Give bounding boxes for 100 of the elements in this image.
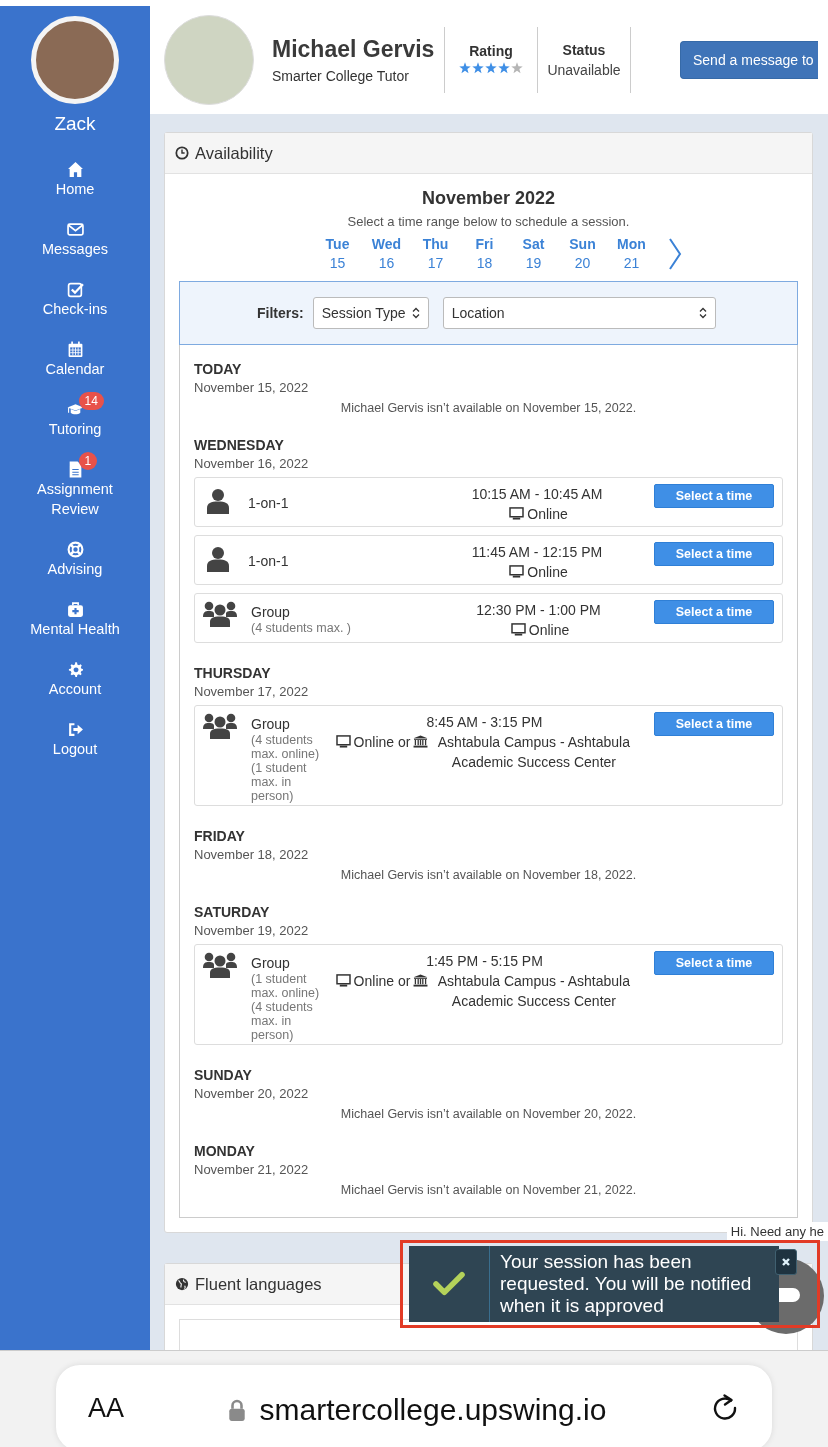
day-heading: MONDAY [194,1143,256,1159]
close-button[interactable] [775,1249,797,1275]
capacity-note: (4 students max. ) [251,621,353,635]
location-text: Online [527,564,568,580]
week-day-link[interactable]: Sat 19 [509,235,558,273]
group-icon [203,601,237,627]
day-heading: TODAY [194,361,243,377]
settings-icon [66,660,84,678]
checkbox-icon [66,280,84,298]
time-range: 8:45 AM - 3:15 PM [425,713,544,732]
medical-kit-icon [66,600,84,618]
person-icon [206,488,230,514]
logout-icon [66,720,84,738]
clock-icon [175,146,189,160]
capacity-note: (4 students max. in person) [251,1000,314,1042]
location-select[interactable]: Location [442,297,716,329]
nav-item[interactable]: Calendar [15,331,135,379]
month-title: November 2022 [420,188,557,209]
week-day-link[interactable]: Thu 17 [411,235,460,273]
select-time-button[interactable]: Select a time [654,712,774,736]
day-date: November 19, 2022 [194,923,310,938]
week-day-link[interactable]: Tue 15 [313,235,362,273]
week-day-link[interactable]: Mon 21 [607,235,656,273]
week-day-link[interactable]: Sun 20 [558,235,607,273]
lock-icon [227,1398,246,1422]
rating-label: Rating [468,42,514,59]
person-icon [206,546,230,572]
week-day-link[interactable]: Wed 16 [362,235,411,273]
location-text: Online [527,506,568,522]
nav-item[interactable]: Mental Health [15,591,135,639]
address-bar[interactable]: AA smartercollege.upswing.io [56,1365,772,1447]
nav-item[interactable]: 1 Assignment Review [15,451,135,519]
day-date: November 21, 2022 [194,1162,310,1177]
monitor-icon [510,623,526,636]
user-name: Zack [54,113,96,135]
unavailable-note: Michael Gervis isn’t available on November 15, 2022. [339,401,638,415]
unavailable-note: Michael Gervis isn’t available on November 21, 2022. [339,1183,638,1197]
nav-item[interactable]: Messages [15,211,135,259]
session-type: Group [251,603,291,621]
location-text: Ashtabula Campus - Ashtabula Academic Success Center [436,972,631,1011]
select-time-button[interactable]: Select a time [654,951,774,975]
day-heading: WEDNESDAY [194,437,285,453]
location-text: Online or [353,734,411,750]
nav-item[interactable]: Home [15,151,135,199]
day-heading: THURSDAY [194,665,272,681]
nav-item[interactable]: Account [15,651,135,699]
filters-label: Filters: [257,305,304,321]
day-date: November 15, 2022 [194,380,310,395]
status-value: Unavailable [546,62,622,78]
session-type: 1-on-1 [248,552,290,570]
session-type: Group [251,715,291,733]
chevron-right-icon[interactable] [668,237,682,271]
home-icon [66,160,84,178]
week-day-link[interactable]: Fri 18 [460,235,509,273]
select-time-button[interactable]: Select a time [654,600,774,624]
card-title: Fluent languages [195,1274,322,1294]
day-date: November 17, 2022 [194,684,310,699]
capacity-note: (1 student max. online) [251,972,321,1000]
location-text: Online [528,622,570,638]
sort-arrows-icon [698,307,707,319]
checkmark-icon [432,1271,466,1297]
location-text: Online or [353,973,411,989]
day-date: November 16, 2022 [194,456,310,471]
time-range: 10:15 AM - 10:45 AM [470,485,604,504]
nav-item[interactable]: Advising [15,531,135,579]
sort-arrows-icon [411,307,420,319]
select-time-button[interactable]: Select a time [654,484,774,508]
monitor-icon [335,735,351,748]
instructions-text: Select a time range below to schedule a session. [346,214,631,229]
close-icon [781,1257,791,1267]
nav-item[interactable]: Logout [15,711,135,759]
time-range: 12:30 PM - 1:00 PM [475,601,602,620]
day-date: November 18, 2022 [194,847,310,862]
institution-icon [413,974,429,987]
globe-icon [175,1277,189,1291]
session-type-select[interactable]: Session Type [312,297,429,329]
unavailable-note: Michael Gervis isn’t available on November 18, 2022. [339,868,638,882]
session-type: Group [251,954,291,972]
day-heading: FRIDAY [194,828,246,844]
select-time-button[interactable]: Select a time [654,542,774,566]
tutor-name: Michael Gervis [272,36,436,63]
unavailable-note: Michael Gervis isn’t available on November 20, 2022. [339,1107,638,1121]
toast-message: Your session has been requested. You will be notified when it is approved [499,1250,753,1318]
group-icon [203,713,237,739]
lifebuoy-icon [66,540,84,558]
card-title: Availability [195,143,273,163]
day-date: November 20, 2022 [194,1086,310,1101]
notification-count: 1 [78,452,98,470]
capacity-note: (1 student max. in person) [251,761,308,803]
text-size-button[interactable]: AA [88,1393,125,1424]
group-icon [203,952,237,978]
time-range: 1:45 PM - 5:15 PM [425,952,544,971]
nav-item[interactable]: 14 Tutoring [15,391,135,439]
monitor-icon [335,974,351,987]
capacity-note: (4 students max. online) [251,733,321,761]
day-heading: SUNDAY [194,1067,253,1083]
location-text: Ashtabula Campus - Ashtabula Academic Success Center [436,733,631,772]
nav-item[interactable]: Check-ins [15,271,135,319]
notification-count: 14 [78,392,104,410]
send-message-button[interactable]: Send a message to [680,41,818,79]
